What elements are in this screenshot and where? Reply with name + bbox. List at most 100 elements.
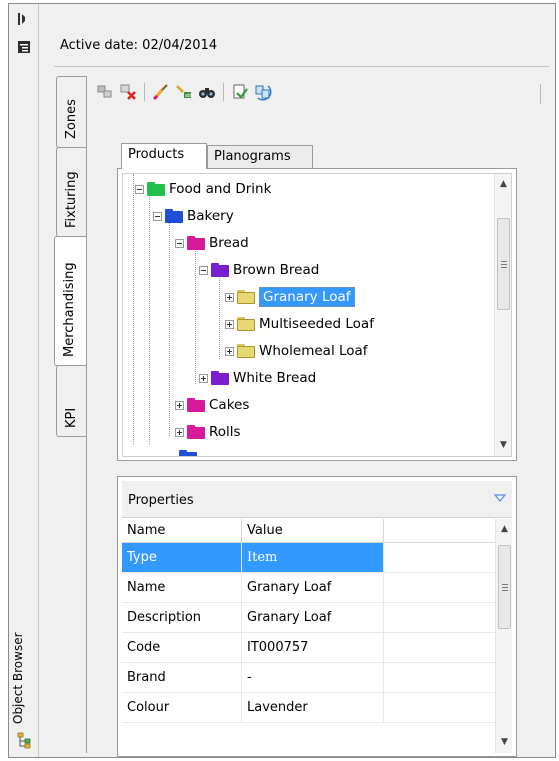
scroll-up-icon[interactable]: ▲ — [500, 525, 509, 534]
tab-kpi[interactable]: KPI — [56, 365, 86, 437]
tree-node[interactable]: White Bread — [199, 367, 316, 389]
property-value: Granary Loaf — [242, 573, 384, 603]
property-name: Brand — [122, 663, 242, 693]
expand-icon[interactable] — [225, 319, 234, 329]
property-row[interactable]: Code IT000757 — [122, 633, 498, 663]
column-header-name[interactable]: Name — [122, 519, 242, 543]
tab-merchandising[interactable]: Merchandising — [54, 236, 87, 366]
tree-node[interactable]: Brown Bread — [199, 259, 319, 281]
scroll-down-icon[interactable]: ▼ — [500, 738, 509, 747]
tree-node[interactable]: Bread — [175, 232, 249, 254]
scroll-up-icon[interactable]: ▲ — [499, 180, 508, 189]
export-icon[interactable] — [230, 82, 250, 102]
tree-guide-line — [149, 191, 150, 444]
toolbar-separator — [223, 83, 224, 101]
brush-icon[interactable] — [151, 82, 171, 102]
scroll-thumb[interactable] — [497, 218, 510, 310]
delete-item-icon[interactable] — [118, 82, 138, 102]
hierarchy-icon — [17, 732, 31, 749]
add-item-icon[interactable] — [95, 82, 115, 102]
tree-guide-line — [133, 174, 134, 444]
scroll-down-icon[interactable]: ▼ — [499, 441, 508, 450]
tab-kpi-label: KPI — [64, 407, 79, 428]
tree-node-label: Food and Drink — [169, 181, 272, 197]
expand-icon[interactable] — [175, 427, 184, 437]
folder-icon — [147, 182, 165, 196]
refresh-icon[interactable] — [253, 82, 273, 102]
collapse-icon[interactable] — [153, 211, 162, 221]
tree-guide-line — [169, 216, 170, 436]
tab-zones[interactable]: Zones — [56, 76, 86, 148]
dock-properties-icon[interactable] — [17, 40, 31, 54]
panel-title: Object Browser — [11, 632, 25, 724]
tree-node[interactable]: Food and Drink — [135, 178, 271, 200]
property-name: Name — [122, 573, 242, 603]
auto-hide-pin-icon[interactable] — [16, 11, 32, 27]
find-replace-icon[interactable]: ab — [174, 82, 194, 102]
tree-node-label: Bakery — [187, 208, 234, 224]
tree-node[interactable]: Bakery — [153, 205, 234, 227]
tab-fixturing[interactable]: Fixturing — [56, 147, 86, 237]
properties-scrollbar[interactable]: ▲ ▼ — [495, 519, 512, 753]
expand-icon[interactable] — [225, 346, 234, 356]
tree-node-label: Bread — [209, 235, 249, 251]
property-row[interactable]: Type Item — [122, 543, 498, 573]
property-row[interactable]: Brand - — [122, 663, 498, 693]
tree-scrollbar[interactable]: ▲ ▼ — [494, 174, 511, 456]
property-extra — [384, 543, 498, 573]
property-extra — [384, 603, 498, 633]
toolbar: ab — [95, 80, 273, 104]
collapse-icon[interactable] — [135, 184, 144, 194]
binoculars-icon[interactable] — [197, 82, 217, 102]
collapse-icon[interactable] — [175, 238, 184, 248]
property-value: Item — [242, 543, 384, 573]
folder-icon — [187, 398, 205, 412]
expand-icon[interactable] — [199, 373, 208, 383]
folder-icon — [187, 425, 205, 439]
expand-icon[interactable] — [175, 400, 184, 410]
folder-icon — [237, 317, 255, 331]
property-name: Description — [122, 603, 242, 633]
properties-header: Properties — [122, 481, 512, 518]
property-value: IT000757 — [242, 633, 384, 663]
properties-grid: Name Value Type Item Name Granary Loaf D… — [122, 519, 512, 753]
property-extra — [384, 633, 498, 663]
column-header-value[interactable]: Value — [242, 519, 384, 543]
tab-planograms[interactable]: Planograms — [207, 145, 313, 169]
tab-fixturing-label: Fixturing — [64, 171, 79, 228]
tree-node-selected[interactable]: Granary Loaf — [225, 286, 355, 308]
left-strip: Object Browser — [9, 4, 39, 757]
collapse-panel-icon[interactable] — [494, 493, 506, 503]
property-row[interactable]: Description Granary Loaf — [122, 603, 498, 633]
product-tree[interactable]: Food and Drink Bakery Bread Brown Bread … — [122, 173, 512, 457]
property-value: Lavender — [242, 693, 384, 723]
tree-node[interactable]: Wholemeal Loaf — [225, 340, 368, 362]
property-value: - — [242, 663, 384, 693]
tree-node-label: Wholemeal Loaf — [259, 343, 368, 359]
tree-guide-line — [219, 271, 220, 359]
active-date-label: Active date: 02/04/2014 — [60, 38, 218, 53]
property-row[interactable]: Colour Lavender — [122, 693, 498, 723]
expand-icon[interactable] — [225, 292, 234, 302]
tree-node[interactable]: Cakes — [175, 394, 249, 416]
property-row[interactable]: Name Granary Loaf — [122, 573, 498, 603]
svg-text:ab: ab — [185, 93, 191, 99]
scroll-thumb[interactable] — [498, 545, 511, 629]
object-browser-window: Object Browser Active date: 02/04/2014 Z… — [8, 3, 556, 758]
tree-node[interactable]: Rolls — [175, 421, 241, 443]
collapse-icon[interactable] — [199, 265, 208, 275]
product-tree-panel: Food and Drink Bakery Bread Brown Bread … — [117, 168, 517, 461]
tab-products[interactable]: Products — [121, 143, 207, 169]
grid-header: Name Value — [122, 519, 498, 543]
folder-icon — [179, 450, 197, 456]
property-name: Code — [122, 633, 242, 663]
property-extra — [384, 693, 498, 723]
column-header-empty — [384, 519, 498, 543]
property-extra — [384, 573, 498, 603]
folder-icon — [237, 344, 255, 358]
toolbar-edge — [540, 84, 541, 104]
tree-node[interactable]: Multiseeded Loaf — [225, 313, 374, 335]
merchandising-content: ab Products Planograms Food and Drink Ba… — [87, 72, 551, 757]
tab-zones-label: Zones — [64, 99, 79, 139]
main-panel: Active date: 02/04/2014 Zones Fixturing … — [40, 4, 555, 757]
